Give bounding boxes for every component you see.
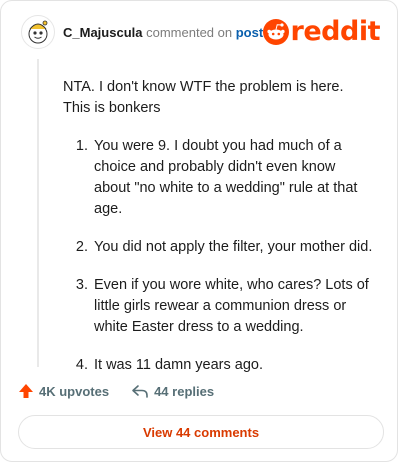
comment-card: C_Majuscula commented on post reddit NTA… [0, 0, 398, 462]
upvote-arrow-icon [19, 384, 33, 398]
list-item: It was 11 damn years ago. [92, 355, 373, 376]
upvote-button[interactable]: 4K upvotes [18, 383, 109, 399]
username[interactable]: C_Majuscula [63, 25, 142, 40]
reddit-snoo-icon [262, 18, 289, 45]
reply-arrow-icon [132, 385, 148, 398]
list-item: You were 9. I doubt you had much of a ch… [92, 136, 373, 220]
list-item: You did not apply the filter, your mothe… [92, 237, 373, 258]
reddit-wordmark: reddit [290, 16, 381, 47]
comment-actions: 4K upvotes 44 replies [18, 383, 214, 399]
comment-body: NTA. I don't know WTF the problem is her… [63, 77, 373, 393]
action-text: commented on [146, 24, 233, 40]
comment-header: C_Majuscula commented on post [21, 15, 263, 49]
snoo-avatar-icon [28, 20, 48, 44]
thread-line[interactable] [37, 59, 39, 367]
view-comments-button[interactable]: View 44 comments [18, 415, 384, 449]
comment-attribution: C_Majuscula commented on post [63, 25, 263, 40]
comment-intro: NTA. I don't know WTF the problem is her… [63, 79, 344, 116]
upvote-count: 4K upvotes [39, 383, 110, 399]
reply-count: 44 replies [154, 383, 215, 399]
post-link[interactable]: post [236, 25, 263, 40]
avatar[interactable] [21, 15, 55, 49]
reddit-logo[interactable]: reddit [262, 16, 381, 47]
replies-button[interactable]: 44 replies [131, 383, 214, 399]
comment-list: You were 9. I doubt you had much of a ch… [63, 136, 373, 376]
list-item: Even if you wore white, who cares? Lots … [92, 275, 373, 338]
